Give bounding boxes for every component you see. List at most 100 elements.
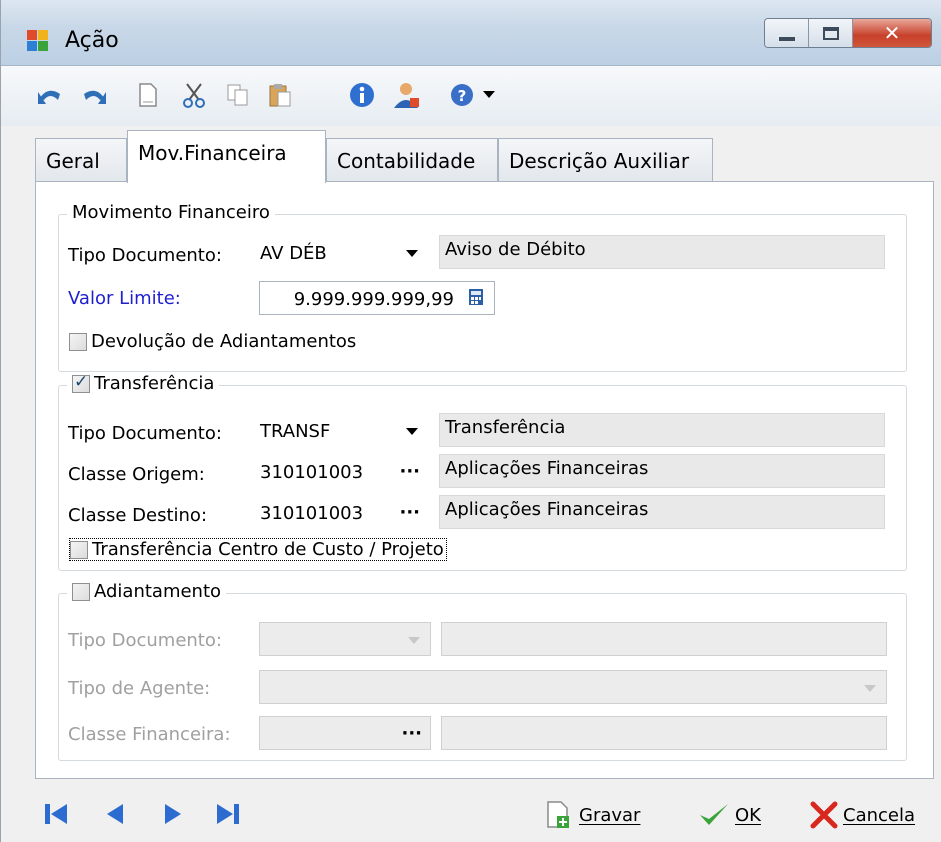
transf-tipo-documento-label: Tipo Documento: [68, 423, 222, 444]
gravar-button[interactable]: Gravar [545, 799, 640, 831]
tab-contabilidade-label: Contabilidade [337, 149, 476, 173]
close-icon: ✕ [883, 21, 901, 45]
gravar-label: Gravar [579, 804, 641, 826]
help-dropdown-button[interactable] [479, 80, 499, 110]
classe-destino-field[interactable]: 310101003 ··· [253, 495, 429, 529]
valor-limite-label: Valor Limite: [68, 288, 181, 309]
cancela-button[interactable]: Cancela [809, 799, 915, 831]
chevron-down-icon [864, 685, 876, 692]
bottom-bar: Gravar OK Cancela [1, 789, 941, 842]
tab-panel: Movimento Financeiro Tipo Documento: AV … [35, 181, 934, 779]
classe-origem-value: 310101003 [260, 462, 364, 483]
last-record-button[interactable] [213, 799, 243, 829]
new-document-button[interactable] [133, 80, 163, 110]
close-button[interactable]: ✕ [853, 19, 931, 47]
classe-destino-description: Aplicações Financeiras [439, 495, 885, 529]
classe-financeira-description [441, 716, 887, 750]
adiantamento-checkbox[interactable] [72, 582, 90, 601]
previous-record-button[interactable] [101, 799, 131, 829]
dialog-window: Ação ✕ ? Geral Mov.Financeira Contabilid… [0, 0, 941, 842]
help-dropdown-icon [483, 91, 495, 98]
transferencia-group: Transferência Tipo Documento: TRANSF Tra… [58, 372, 907, 571]
adiant-tipo-documento-label: Tipo Documento: [68, 630, 222, 651]
centro-custo-checkbox[interactable] [70, 540, 88, 559]
devolucao-checkbox[interactable] [69, 332, 87, 351]
chevron-down-icon [408, 637, 420, 644]
calculator-icon[interactable] [468, 288, 484, 306]
valor-limite-input[interactable]: 9.999.999.999,99 [259, 281, 495, 315]
adiant-tipo-documento-select[interactable] [259, 622, 431, 656]
title-bar: Ação ✕ [1, 0, 941, 66]
minimize-button[interactable] [765, 19, 809, 47]
undo-icon [38, 90, 60, 104]
undo-button[interactable] [35, 80, 65, 110]
copy-button[interactable] [223, 80, 253, 110]
classe-origem-label: Classe Origem: [68, 464, 205, 485]
help-button[interactable]: ? [447, 80, 477, 110]
paste-icon [269, 84, 291, 107]
app-icon [27, 30, 49, 52]
previous-record-icon [107, 804, 123, 824]
classe-origem-field[interactable]: 310101003 ··· [253, 454, 429, 488]
info-button[interactable] [347, 80, 377, 110]
adiantamento-legend[interactable]: Adiantamento [67, 581, 227, 602]
first-record-button[interactable] [41, 799, 71, 829]
transf-tipo-documento-value: TRANSF [260, 421, 331, 442]
classe-origem-description-text: Aplicações Financeiras [445, 458, 649, 479]
next-record-icon [165, 804, 181, 824]
ellipsis-icon[interactable]: ··· [399, 461, 420, 482]
ellipsis-icon[interactable]: ··· [401, 723, 422, 744]
classe-financeira-field[interactable]: ··· [259, 716, 431, 750]
transferencia-legend-text: Transferência [94, 373, 215, 394]
info-icon [350, 83, 374, 107]
tab-strip: Geral Mov.Financeira Contabilidade Descr… [1, 126, 941, 183]
adiant-tipo-documento-description [441, 622, 887, 656]
classe-destino-value: 310101003 [260, 503, 364, 524]
movimento-legend-text: Movimento Financeiro [72, 202, 270, 223]
next-record-button[interactable] [157, 799, 187, 829]
tab-geral-label: Geral [46, 149, 100, 173]
devolucao-checkbox-row[interactable]: Devolução de Adiantamentos [69, 331, 356, 352]
ellipsis-icon[interactable]: ··· [399, 502, 420, 523]
devolucao-label: Devolução de Adiantamentos [91, 331, 357, 352]
tipo-documento-select[interactable]: AV DÉB [253, 235, 429, 269]
help-icon: ? [451, 84, 473, 106]
cut-button[interactable] [179, 80, 209, 110]
valor-limite-value: 9.999.999.999,99 [293, 289, 454, 310]
centro-custo-checkbox-row[interactable]: Transferência Centro de Custo / Projeto [69, 538, 447, 561]
check-icon [700, 804, 728, 825]
toolbar: ? [1, 66, 941, 126]
tab-descricao-auxiliar-label: Descrição Auxiliar [509, 149, 690, 173]
tipo-agente-select[interactable] [259, 670, 887, 704]
last-record-icon [217, 804, 239, 824]
save-icon [547, 801, 569, 828]
tab-mov-financeira-label: Mov.Financeira [138, 141, 287, 165]
maximize-icon [823, 27, 839, 40]
classe-destino-label: Classe Destino: [68, 505, 208, 526]
cut-icon [183, 83, 205, 108]
user-button[interactable] [391, 80, 421, 110]
tipo-documento-label: Tipo Documento: [68, 245, 222, 266]
transf-tipo-documento-select[interactable]: TRANSF [253, 413, 429, 447]
centro-custo-label: Transferência Centro de Custo / Projeto [92, 539, 444, 560]
tipo-agente-label: Tipo de Agente: [68, 678, 211, 699]
paste-button[interactable] [265, 80, 295, 110]
tab-mov-financeira[interactable]: Mov.Financeira [127, 130, 326, 183]
maximize-button[interactable] [809, 19, 853, 47]
cancela-label: Cancela [843, 804, 916, 826]
ok-label: OK [735, 804, 761, 826]
transferencia-checkbox[interactable] [72, 372, 90, 393]
user-icon [394, 83, 419, 108]
redo-button[interactable] [79, 80, 109, 110]
minimize-icon [779, 37, 795, 41]
transferencia-legend[interactable]: Transferência [67, 372, 220, 394]
tab-geral[interactable]: Geral [35, 138, 127, 182]
tab-descricao-auxiliar[interactable]: Descrição Auxiliar [498, 138, 713, 182]
movimento-group: Movimento Financeiro Tipo Documento: AV … [58, 202, 907, 372]
first-record-icon [45, 804, 67, 824]
ok-button[interactable]: OK [697, 799, 761, 831]
transf-tipo-documento-description: Transferência [439, 413, 885, 447]
cancel-icon [810, 801, 838, 829]
adiantamento-group: Adiantamento Tipo Documento: Tipo de Age… [58, 581, 907, 761]
tab-contabilidade[interactable]: Contabilidade [326, 138, 498, 182]
